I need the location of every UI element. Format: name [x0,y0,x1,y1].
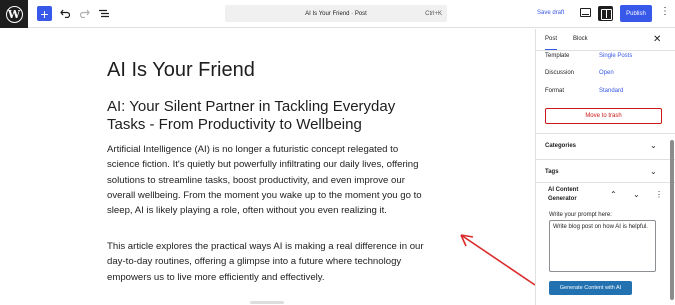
move-to-trash-button[interactable]: Move to trash [545,108,662,124]
divider [536,159,675,160]
keyboard-shortcut: Ctrl+K [425,10,442,17]
prompt-textarea[interactable]: Write blog post on how AI is helpful. [549,220,656,272]
post-title[interactable]: AI Is Your Friend [107,59,255,82]
template-select[interactable]: Single Posts [599,53,632,59]
sidebar-tabs: Post Block ✕ [536,29,675,51]
chevron-down-icon[interactable]: ⌄ [650,167,657,176]
settings-sidebar-toggle-icon[interactable] [598,6,613,21]
document-title: AI Is Your Friend · Post [305,10,367,17]
redo-icon [80,9,90,18]
meta-label-format: Format [545,88,565,94]
paragraph-block[interactable]: Artificial Intelligence (AI) is no longe… [107,142,432,218]
publish-button[interactable]: Publish [620,5,652,22]
meta-label-discussion: Discussion [545,70,575,76]
sidebar-scrollbar[interactable] [670,140,674,300]
heading-block[interactable]: AI: Your Silent Partner in Tackling Ever… [107,98,417,134]
tab-post[interactable]: Post [545,36,558,50]
discussion-select[interactable]: Open [599,70,614,76]
preview-desktop-icon[interactable] [580,8,591,17]
tags-panel-toggle[interactable]: Tags [545,169,559,175]
resize-handle[interactable] [250,301,284,304]
list-view-icon [99,9,109,18]
wordpress-logo-button[interactable]: W [0,0,28,28]
prompt-label: Write your prompt here: [549,212,612,218]
editor-canvas: AI Is Your Friend AI: Your Silent Partne… [0,29,536,305]
divider [536,133,675,134]
chevron-up-icon[interactable]: ⌃ [610,190,617,199]
chevron-down-icon[interactable]: ⌄ [650,141,657,150]
generate-content-button[interactable]: Generate Content with AI [549,281,632,295]
wordpress-logo-icon: W [5,5,23,23]
undo-button[interactable] [58,6,72,21]
document-overview-button[interactable] [97,6,111,21]
settings-sidebar: Post Block ✕ Template Single Posts Discu… [535,29,675,305]
editor-top-toolbar: W + AI Is Your Friend · Post Ctrl+K Save… [0,0,675,28]
paragraph-block[interactable]: This article explores the practical ways… [107,239,432,285]
format-select[interactable]: Standard [599,88,623,94]
drag-handle-icon[interactable]: ⋮ [655,190,663,199]
plus-icon: + [40,5,49,22]
command-palette-bar[interactable]: AI Is Your Friend · Post Ctrl+K [225,5,447,22]
annotation-arrow-icon [460,234,536,286]
divider [536,182,675,183]
undo-icon [60,9,70,18]
redo-button[interactable] [78,6,92,21]
meta-label-template: Template [545,53,570,59]
save-draft-button[interactable]: Save draft [537,10,564,16]
ai-content-generator-title: AI Content Generator [548,187,579,202]
tab-block[interactable]: Block [573,36,588,42]
chevron-down-icon[interactable]: ⌄ [633,190,640,199]
close-icon[interactable]: ✕ [653,34,661,45]
add-block-button[interactable]: + [37,6,52,21]
options-kebab-icon[interactable]: ⋮ [660,7,670,17]
categories-panel-toggle[interactable]: Categories [545,143,576,149]
